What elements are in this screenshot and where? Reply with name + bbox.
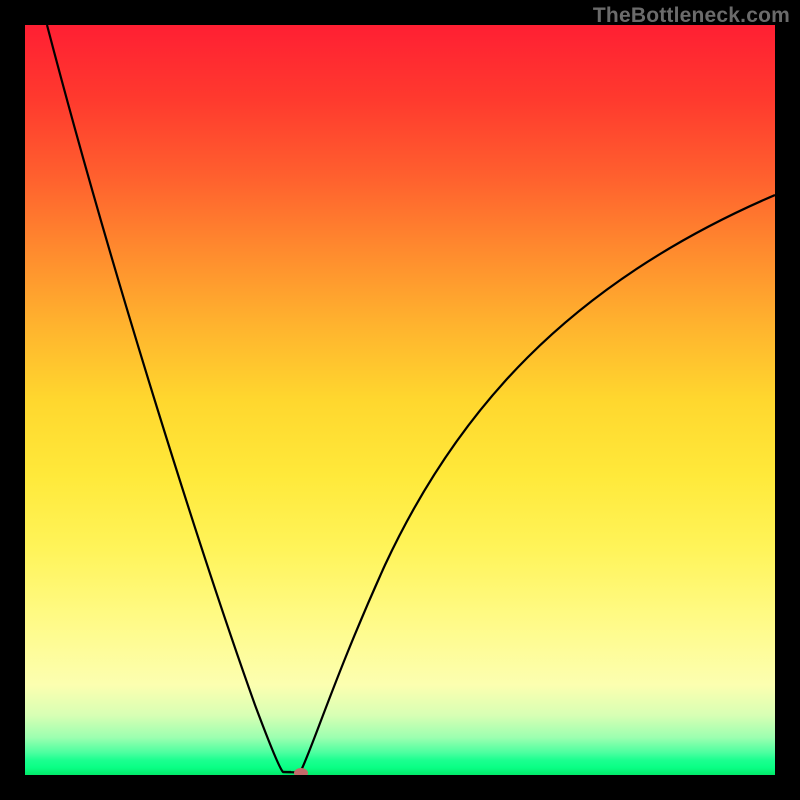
curve-right [300,195,775,773]
plot-area [25,25,775,775]
watermark-text: TheBottleneck.com [593,4,790,28]
curve-left [47,25,291,772]
chart-frame: TheBottleneck.com [0,0,800,800]
curve-layer [25,25,775,775]
marker-dot [294,768,308,775]
